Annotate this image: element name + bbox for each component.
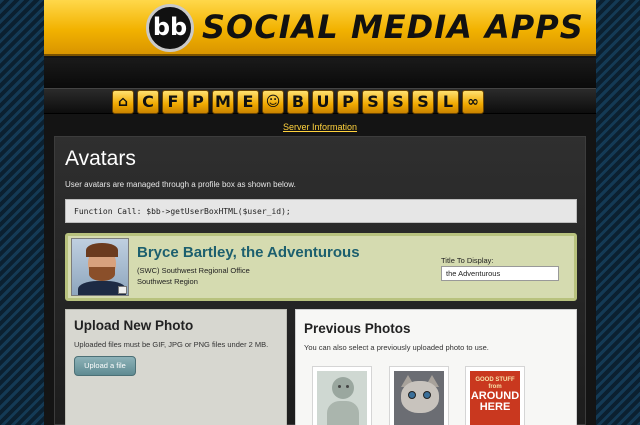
right-background-stripes	[596, 0, 640, 425]
previous-photo-good-stuff[interactable]: GOOD STUFF from AROUND HERE	[465, 366, 525, 425]
intro-text: User avatars are managed through a profi…	[65, 180, 296, 189]
robot-head-shape	[332, 377, 354, 399]
previous-photo-robot[interactable]	[312, 366, 372, 425]
nav-item-s1[interactable]: S	[362, 90, 384, 114]
nav-item-s3[interactable]: S	[412, 90, 434, 114]
profile-office: (SWC) Southwest Regional Office	[137, 266, 250, 275]
previous-photos-panel: Previous Photos You can also select a pr…	[295, 309, 577, 425]
robot-avatar-icon	[317, 371, 367, 425]
profile-box: Bryce Bartley, the Adventurous (SWC) Sou…	[65, 233, 577, 301]
header-banner: bb SOCIAL MEDIA APPS	[44, 0, 596, 56]
profile-name: Bryce Bartley, the Adventurous	[137, 244, 360, 261]
kitten-eye-left	[408, 391, 416, 399]
avatar-beard-shape	[89, 267, 115, 281]
nav-item-u[interactable]: U	[312, 90, 334, 114]
kitten-photo-icon	[394, 371, 444, 425]
previous-photos-title: Previous Photos	[304, 321, 411, 336]
nav-item-m[interactable]: M	[212, 90, 234, 114]
upload-panel: Upload New Photo Uploaded files must be …	[65, 309, 287, 425]
avatar-hair-shape	[86, 243, 118, 257]
upload-title: Upload New Photo	[74, 318, 194, 333]
site-title: SOCIAL MEDIA APPS	[202, 8, 584, 46]
nav-item-p[interactable]: P	[187, 90, 209, 114]
function-call-code: Function Call: $bb->getUserBoxHTML($user…	[65, 199, 577, 223]
profile-region: Southwest Region	[137, 277, 198, 286]
nav-item-e[interactable]: E	[237, 90, 259, 114]
app-nav: ⌂ C F P M E ☺ B U P S S S L ∞	[112, 90, 484, 114]
title-to-display-input[interactable]: the Adventurous	[441, 266, 559, 281]
badge-big-text: AROUND HERE	[470, 390, 520, 413]
robot-eye-right	[346, 385, 349, 388]
nav-item-c[interactable]: C	[137, 90, 159, 114]
nav-item-f[interactable]: F	[162, 90, 184, 114]
previous-photo-kitten[interactable]	[389, 366, 449, 425]
kitten-eye-right	[423, 391, 431, 399]
nav-item-p2[interactable]: P	[337, 90, 359, 114]
smiley-avatar-icon[interactable]: ☺	[262, 90, 284, 114]
previous-photos-hint: You can also select a previously uploade…	[304, 343, 489, 352]
title-to-display-label: Title To Display:	[441, 256, 494, 265]
nav-item-b[interactable]: B	[287, 90, 309, 114]
page-title: Avatars	[65, 147, 136, 170]
robot-body-shape	[327, 401, 359, 425]
page-container: bb SOCIAL MEDIA APPS ⌂ C F P M E ☺ B U P…	[44, 0, 596, 425]
nav-item-s2[interactable]: S	[387, 90, 409, 114]
main-content: Avatars User avatars are managed through…	[54, 136, 586, 425]
server-information-link[interactable]: Server Information	[44, 122, 596, 132]
badge-small-text: GOOD STUFF from	[475, 377, 515, 390]
robot-eye-left	[338, 385, 341, 388]
upload-hint: Uploaded files must be GIF, JPG or PNG f…	[74, 340, 269, 349]
avatar[interactable]	[71, 238, 129, 296]
link-icon[interactable]: ∞	[462, 90, 484, 114]
kitten-face-shape	[401, 381, 439, 413]
edit-corner-icon[interactable]	[118, 286, 127, 294]
good-stuff-badge-icon: GOOD STUFF from AROUND HERE	[470, 371, 520, 425]
home-icon[interactable]: ⌂	[112, 90, 134, 114]
nav-item-l[interactable]: L	[437, 90, 459, 114]
bb-logo[interactable]: bb	[146, 4, 194, 52]
left-background-stripes	[0, 0, 44, 425]
upload-file-button[interactable]: Upload a file	[74, 356, 136, 376]
